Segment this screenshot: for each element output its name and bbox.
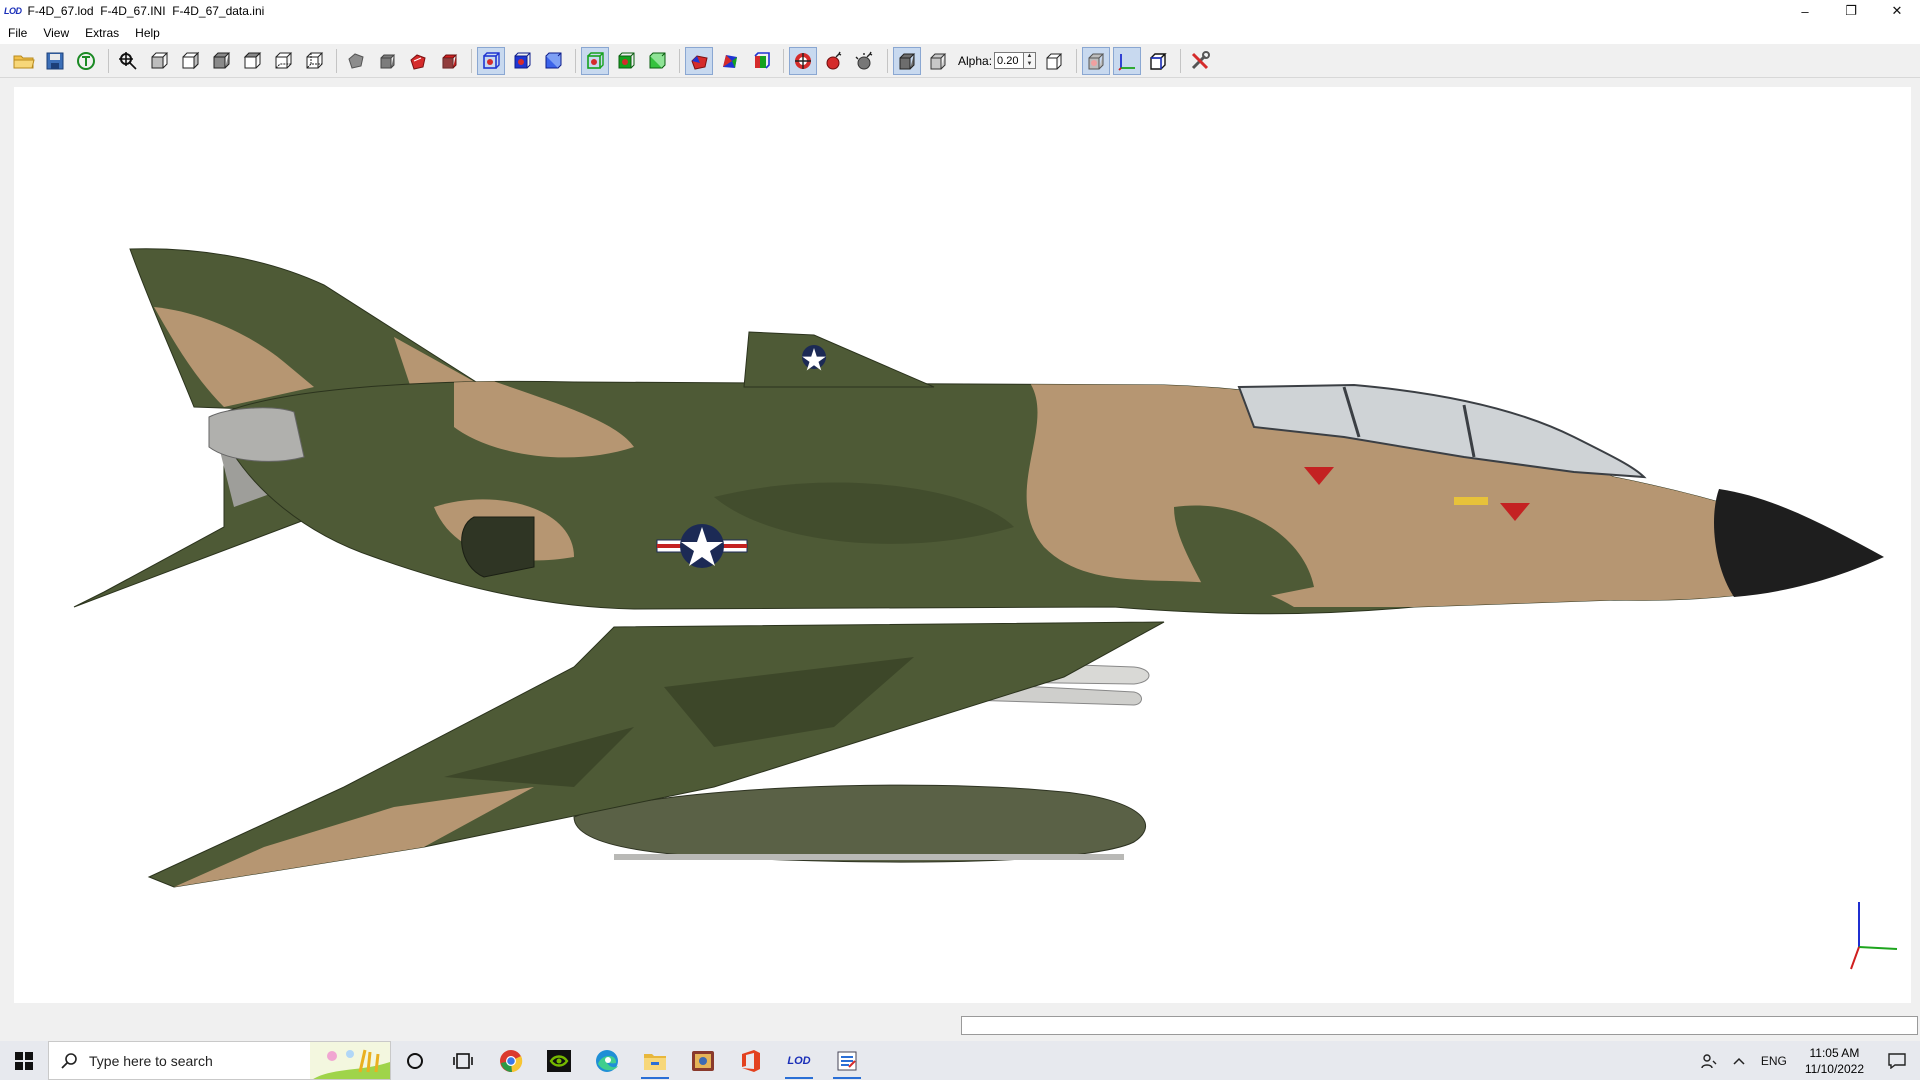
- toolbar-separator: [575, 48, 576, 73]
- wire-blue-icon[interactable]: [477, 46, 505, 75]
- notification-icon[interactable]: [1874, 1052, 1920, 1069]
- edge-icon[interactable]: [583, 1041, 631, 1080]
- toolbar-separator: [783, 48, 784, 73]
- language-indicator[interactable]: ENG: [1753, 1054, 1795, 1068]
- toolbar-separator: [108, 48, 109, 73]
- taskbar: Type here to search LOD ENG 11:05 AM 11/…: [0, 1041, 1920, 1080]
- spin-down-icon[interactable]: ▼: [1024, 61, 1035, 69]
- toolbar: Alpha: ▲▼: [0, 44, 1920, 78]
- windows-start-icon[interactable]: [0, 1041, 48, 1080]
- people-icon[interactable]: [1693, 1053, 1725, 1069]
- axes-icon[interactable]: [1113, 46, 1142, 75]
- alpha-label: Alpha:: [958, 53, 993, 68]
- render-red-icon[interactable]: [404, 47, 432, 75]
- task-view-icon[interactable]: [439, 1041, 487, 1080]
- view-bottom-icon[interactable]: [300, 47, 328, 75]
- tools-icon[interactable]: [1186, 47, 1214, 75]
- zoom-fit-icon[interactable]: [114, 47, 142, 75]
- reload-icon[interactable]: [72, 47, 100, 75]
- minimize-button[interactable]: –: [1782, 0, 1828, 22]
- box-3d-icon[interactable]: [1144, 47, 1172, 75]
- system-tray: ENG 11:05 AM 11/10/2022: [1693, 1041, 1920, 1080]
- nvidia-icon[interactable]: [535, 1041, 583, 1080]
- chrome-icon[interactable]: [487, 1041, 535, 1080]
- cube-transparent-icon[interactable]: [924, 47, 952, 75]
- menu-extras[interactable]: Extras: [77, 26, 127, 40]
- toolbar-separator: [1180, 48, 1182, 73]
- view-back-icon[interactable]: [176, 47, 204, 75]
- view-front-icon[interactable]: [145, 47, 173, 75]
- menu-view[interactable]: View: [35, 26, 77, 40]
- search-placeholder: Type here to search: [89, 1052, 213, 1069]
- toolbar-separator: [1076, 48, 1078, 73]
- window-controls: – ❐ ✕: [1782, 0, 1920, 22]
- lod-taskbar-label: LOD: [787, 1054, 811, 1067]
- office-icon[interactable]: [727, 1041, 775, 1080]
- search-icon: [61, 1052, 77, 1069]
- toolbar-separator: [336, 48, 337, 73]
- menu-bar: File View Extras Help: [0, 22, 1920, 44]
- cube-dark-icon[interactable]: [893, 46, 921, 75]
- solid-gray-icon[interactable]: [342, 47, 370, 75]
- solid-box-icon[interactable]: [373, 47, 401, 75]
- close-button[interactable]: ✕: [1874, 0, 1920, 22]
- photo-app-icon[interactable]: [679, 1041, 727, 1080]
- chevron-up-icon[interactable]: [1725, 1057, 1753, 1065]
- target-icon[interactable]: [789, 46, 817, 75]
- clock-time: 11:05 AM: [1809, 1045, 1860, 1060]
- cortana-circle-icon[interactable]: [391, 1041, 439, 1080]
- wire-green-box-icon[interactable]: [643, 47, 671, 75]
- clock[interactable]: 11:05 AM 11/10/2022: [1795, 1045, 1874, 1077]
- aircraft-model: [73, 248, 1884, 888]
- menu-file[interactable]: File: [0, 26, 35, 40]
- bomb-red-icon[interactable]: [820, 47, 848, 75]
- taskbar-search-box[interactable]: Type here to search: [48, 1041, 391, 1080]
- multi-color-icon[interactable]: [716, 47, 744, 75]
- wire-green-icon[interactable]: [581, 46, 609, 75]
- search-highlight-image: [310, 1042, 390, 1079]
- status-field: [961, 1016, 1918, 1035]
- clock-date: 11/10/2022: [1804, 1061, 1864, 1076]
- window-title: F-4D_67.lod F-4D_67.INI F-4D_67_data.ini: [27, 4, 265, 18]
- menu-help[interactable]: Help: [127, 26, 168, 40]
- alpha-input[interactable]: [994, 52, 1025, 69]
- restore-button[interactable]: ❐: [1828, 0, 1874, 22]
- editor-app-icon[interactable]: [823, 1041, 871, 1080]
- open-folder-icon[interactable]: [10, 47, 38, 75]
- spin-up-icon[interactable]: ▲: [1024, 53, 1035, 61]
- file-explorer-icon[interactable]: [631, 1041, 679, 1080]
- 3d-viewport[interactable]: [14, 87, 1911, 1003]
- wire-blue-box-icon[interactable]: [539, 47, 567, 75]
- app-logo: LOD: [4, 6, 22, 16]
- bomb-gray-icon[interactable]: [851, 47, 879, 75]
- view-top-icon[interactable]: [269, 47, 297, 75]
- view-left-icon[interactable]: [207, 47, 235, 75]
- layers-icon[interactable]: [747, 47, 775, 75]
- toolbar-separator: [679, 48, 680, 73]
- view-right-icon[interactable]: [238, 47, 266, 75]
- title-bar: LOD F-4D_67.lod F-4D_67.INI F-4D_67_data…: [0, 0, 1920, 22]
- wire-green-filled-icon[interactable]: [612, 47, 640, 75]
- axis-gizmo: [1850, 902, 1898, 970]
- cube-outline-icon[interactable]: [1040, 47, 1068, 75]
- texture-icon[interactable]: [1082, 46, 1111, 75]
- alpha-spinner[interactable]: ▲ ▼: [1024, 52, 1037, 69]
- wire-blue-filled-icon[interactable]: [508, 47, 536, 75]
- save-icon[interactable]: [41, 47, 69, 75]
- toolbar-separator: [471, 48, 472, 73]
- color-mesh-icon[interactable]: [685, 46, 713, 75]
- toolbar-separator: [887, 48, 888, 73]
- lod-viewer-icon[interactable]: LOD: [775, 1041, 823, 1080]
- render-red-box-icon[interactable]: [435, 47, 463, 75]
